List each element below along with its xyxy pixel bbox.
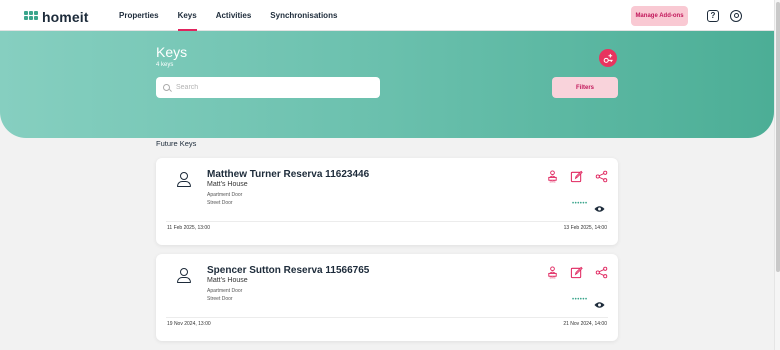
edit-key-button[interactable]	[570, 170, 583, 183]
sms-icon: SMS	[548, 266, 557, 280]
card-divider	[166, 317, 608, 318]
nav-properties[interactable]: Properties	[119, 0, 159, 31]
help-icon[interactable]: ?	[707, 10, 719, 22]
scrollbar-thumb[interactable]	[776, 2, 780, 272]
key-door-apartment: Apartment Door	[207, 288, 243, 294]
homeit-logo[interactable]: homeit	[24, 9, 89, 25]
main-nav: Properties Keys Activities Synchronisati…	[119, 0, 356, 31]
svg-text:SMS: SMS	[550, 276, 556, 279]
key-card[interactable]: Matthew Turner Reserva 11623446 Matt's H…	[156, 158, 618, 245]
search-box[interactable]	[156, 77, 380, 98]
key-start-date: 19 Nov 2024, 13:00	[167, 321, 211, 327]
key-guest-name: Matthew Turner Reserva 11623446	[207, 169, 370, 180]
key-end-date: 21 Nov 2024, 14:00	[563, 321, 607, 327]
nav-activities[interactable]: Activities	[216, 0, 252, 31]
key-code-masked: ••••••	[572, 297, 588, 303]
manage-addons-button[interactable]: Manage Add-ons	[631, 6, 688, 26]
page-scrollbar[interactable]	[774, 0, 780, 350]
logo-grid-icon	[24, 11, 38, 23]
key-guest-name: Spencer Sutton Reserva 11566765	[207, 265, 370, 276]
card-divider	[166, 221, 608, 222]
nav-synchronisations[interactable]: Synchronisations	[270, 0, 337, 31]
add-key-button[interactable]	[599, 49, 617, 67]
share-key-button[interactable]	[595, 266, 608, 279]
key-end-date: 13 Feb 2025, 14:00	[563, 225, 607, 231]
guest-avatar-icon	[177, 268, 191, 284]
key-property-name: Matt's House	[207, 277, 248, 284]
show-code-eye-icon[interactable]	[594, 296, 605, 308]
key-card[interactable]: Spencer Sutton Reserva 11566765 Matt's H…	[156, 254, 618, 341]
send-sms-button[interactable]: SMS	[546, 266, 559, 280]
sms-icon: SMS	[548, 170, 557, 184]
logo-text: homeit	[42, 9, 89, 25]
show-code-eye-icon[interactable]	[594, 200, 605, 212]
edit-key-button[interactable]	[570, 266, 583, 279]
user-account-icon[interactable]	[730, 10, 742, 22]
search-icon	[163, 84, 170, 91]
guest-avatar-icon	[177, 172, 191, 188]
key-code-masked: ••••••	[572, 201, 588, 207]
key-door-street: Street Door	[207, 200, 233, 206]
search-input[interactable]	[176, 84, 366, 91]
key-door-street: Street Door	[207, 296, 233, 302]
share-icon	[595, 170, 608, 183]
share-key-button[interactable]	[595, 170, 608, 183]
key-start-date: 11 Feb 2025, 13:00	[167, 225, 210, 231]
top-navigation-bar: homeit Properties Keys Activities Synchr…	[0, 0, 774, 31]
add-key-icon	[603, 53, 613, 63]
edit-icon	[570, 266, 583, 279]
svg-text:SMS: SMS	[550, 180, 556, 183]
edit-icon	[570, 170, 583, 183]
key-property-name: Matt's House	[207, 181, 248, 188]
section-title-future-keys: Future Keys	[156, 139, 197, 148]
keys-count: 4 keys	[156, 62, 174, 68]
send-sms-button[interactable]: SMS	[546, 170, 559, 184]
nav-keys[interactable]: Keys	[177, 0, 197, 31]
keys-header-banner	[0, 31, 774, 138]
key-door-apartment: Apartment Door	[207, 192, 243, 198]
share-icon	[595, 266, 608, 279]
page-title: Keys	[156, 44, 188, 60]
filters-button[interactable]: Filters	[552, 77, 618, 98]
